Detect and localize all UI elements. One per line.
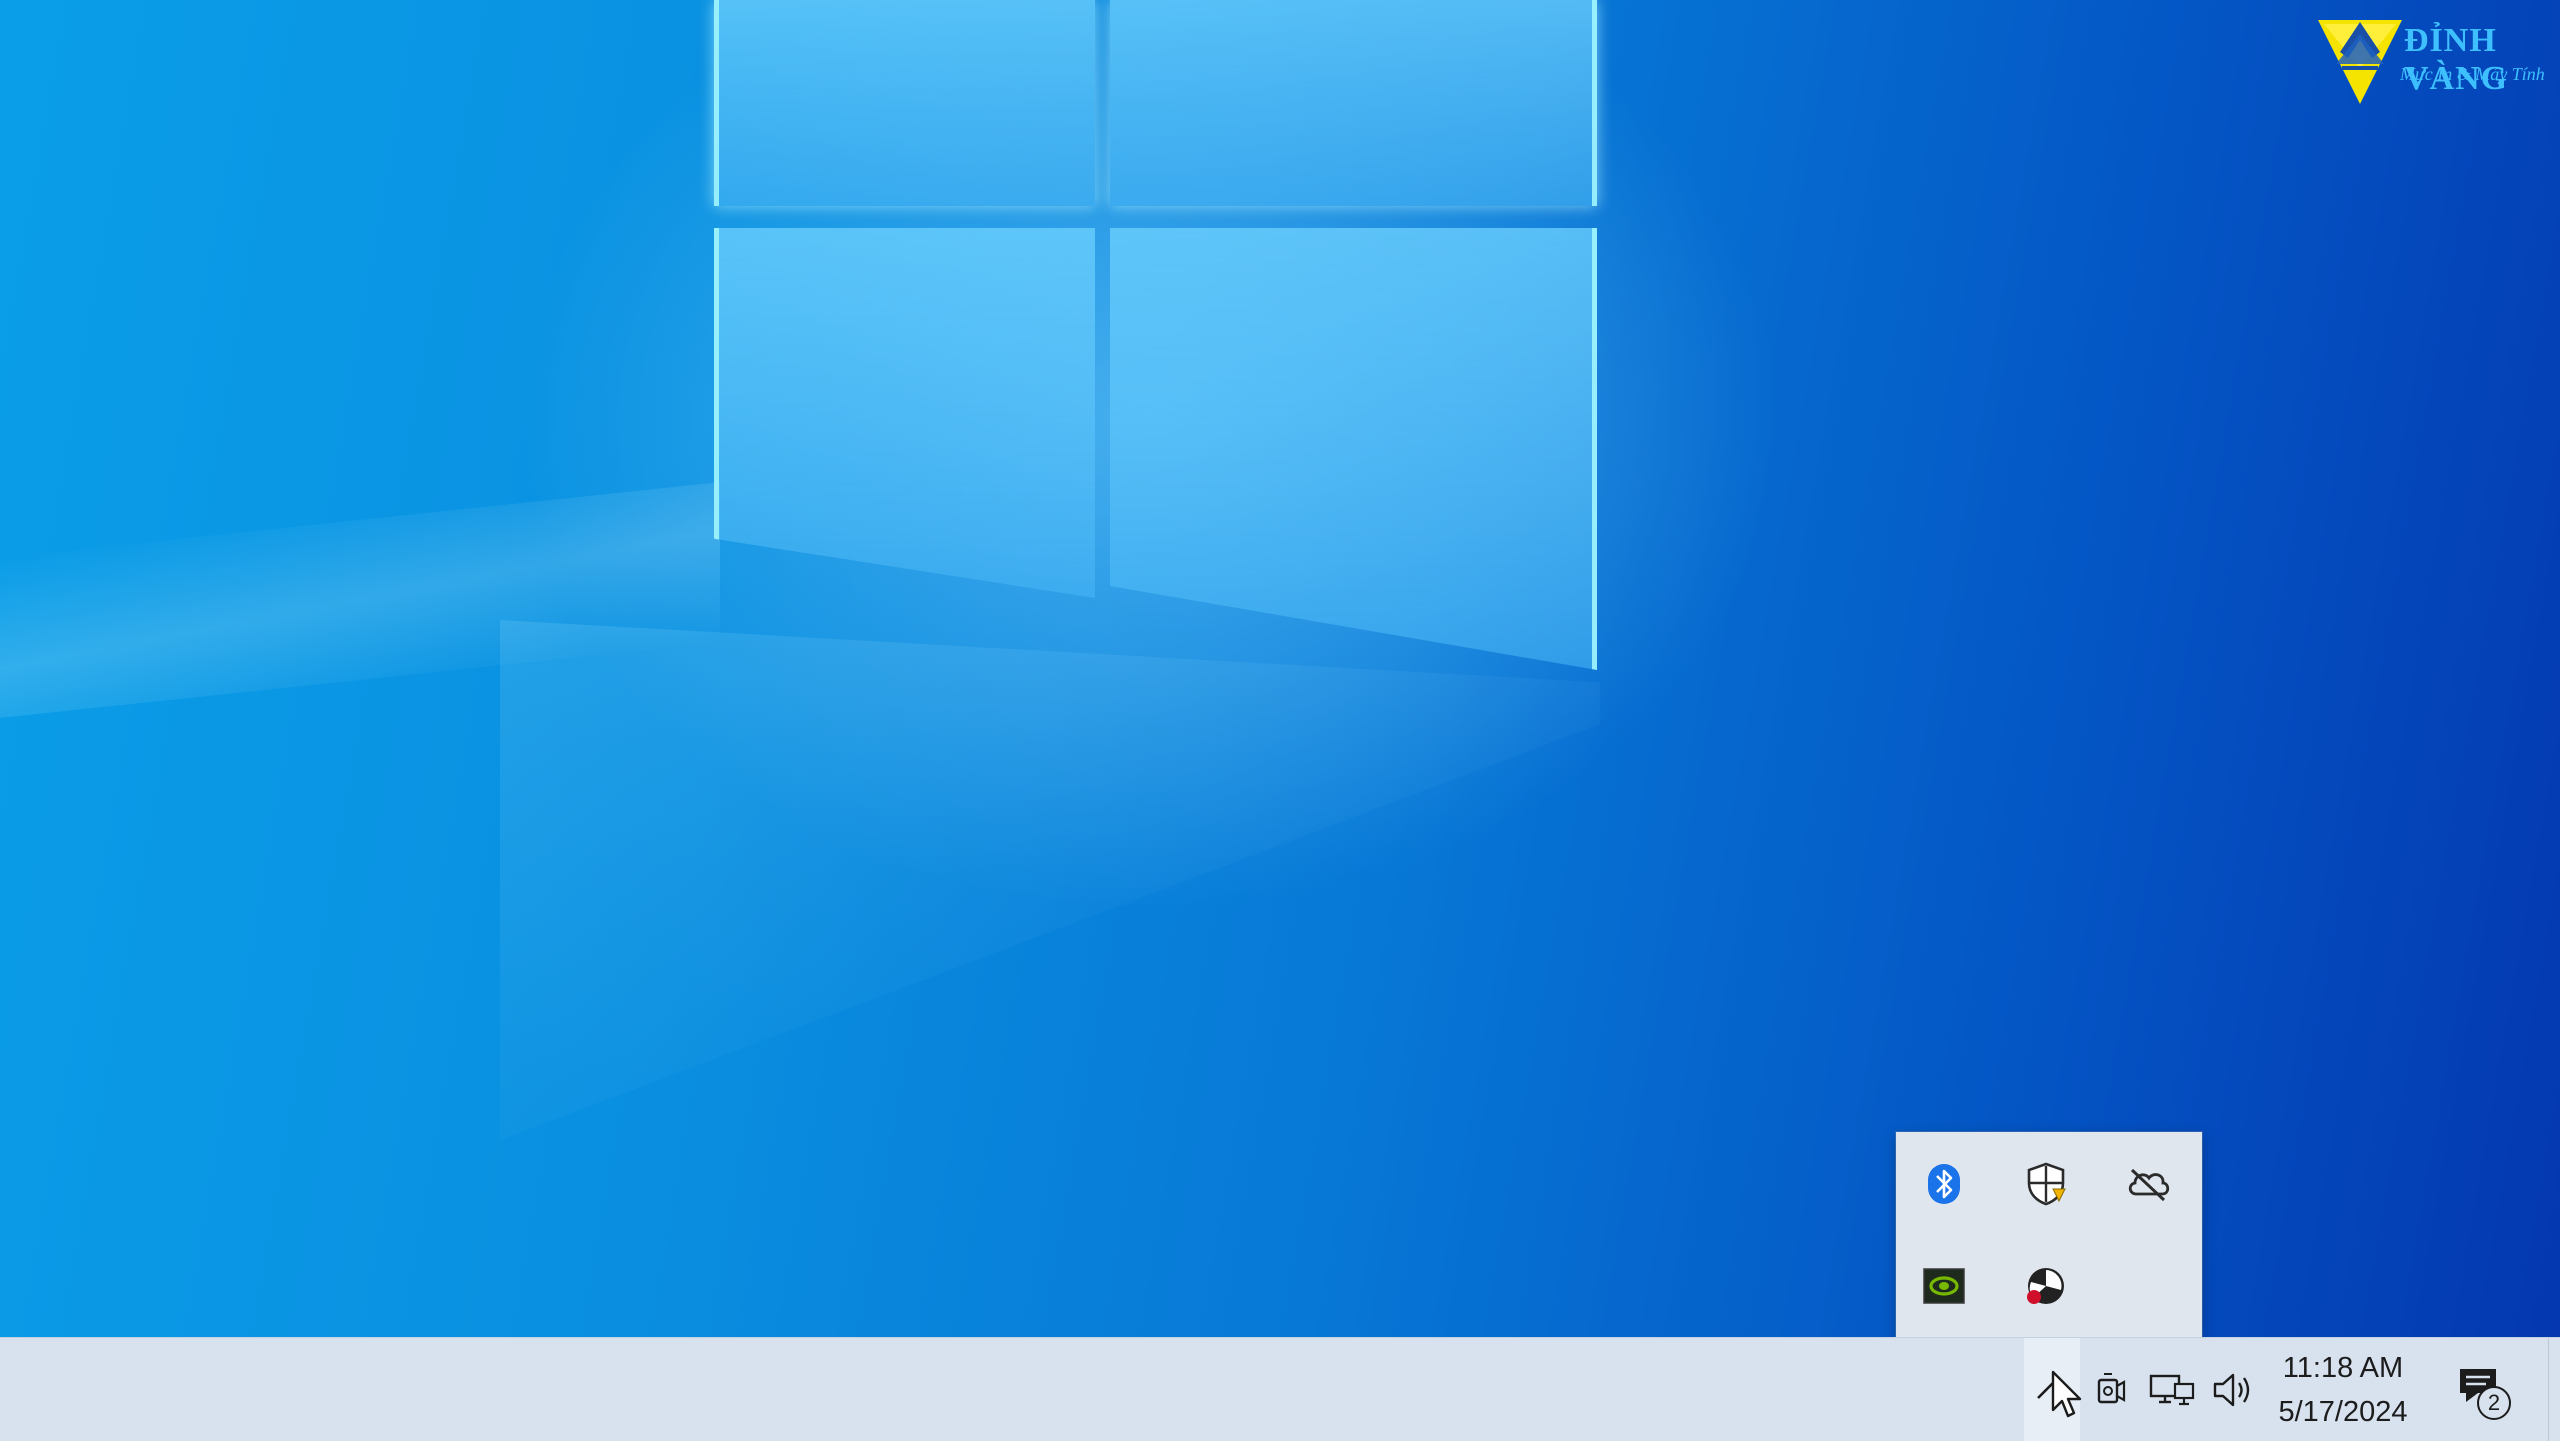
brand-name: ĐỈNH VÀNG — [2404, 22, 2509, 97]
logo-pane — [714, 228, 1095, 598]
taskbar-clock[interactable]: 11:18 AM 5/17/2024 — [2268, 1338, 2418, 1441]
security-shield-icon[interactable] — [2014, 1152, 2078, 1216]
onedrive-offline-icon[interactable] — [2116, 1152, 2180, 1216]
meet-now-icon[interactable] — [2088, 1338, 2134, 1441]
logo-pane — [1110, 228, 1597, 670]
logo-pane — [714, 0, 1095, 206]
notification-count-badge: 2 — [2477, 1386, 2511, 1420]
network-icon[interactable] — [2144, 1338, 2200, 1441]
taskbar: 11:18 AM 5/17/2024 — [0, 1337, 2560, 1441]
mouse-cursor-icon — [2051, 1370, 2082, 1418]
diamond-logo-icon — [2318, 20, 2402, 104]
light-beam — [500, 620, 1600, 1140]
brand-tagline: Mực In & Máy Tính — [2400, 64, 2545, 84]
logo-pane — [1110, 0, 1597, 206]
clock-time: 11:18 AM — [2282, 1351, 2404, 1384]
volume-icon[interactable] — [2206, 1338, 2262, 1441]
light-beam — [0, 482, 720, 718]
app-tray-icon[interactable] — [2014, 1254, 2078, 1318]
bluetooth-icon[interactable] — [1912, 1152, 1976, 1216]
clock-date: 5/17/2024 — [2278, 1395, 2408, 1428]
tray-overflow-flyout — [1896, 1132, 2202, 1337]
nvidia-icon[interactable] — [1912, 1254, 1976, 1318]
show-desktop-button[interactable] — [2548, 1338, 2560, 1441]
